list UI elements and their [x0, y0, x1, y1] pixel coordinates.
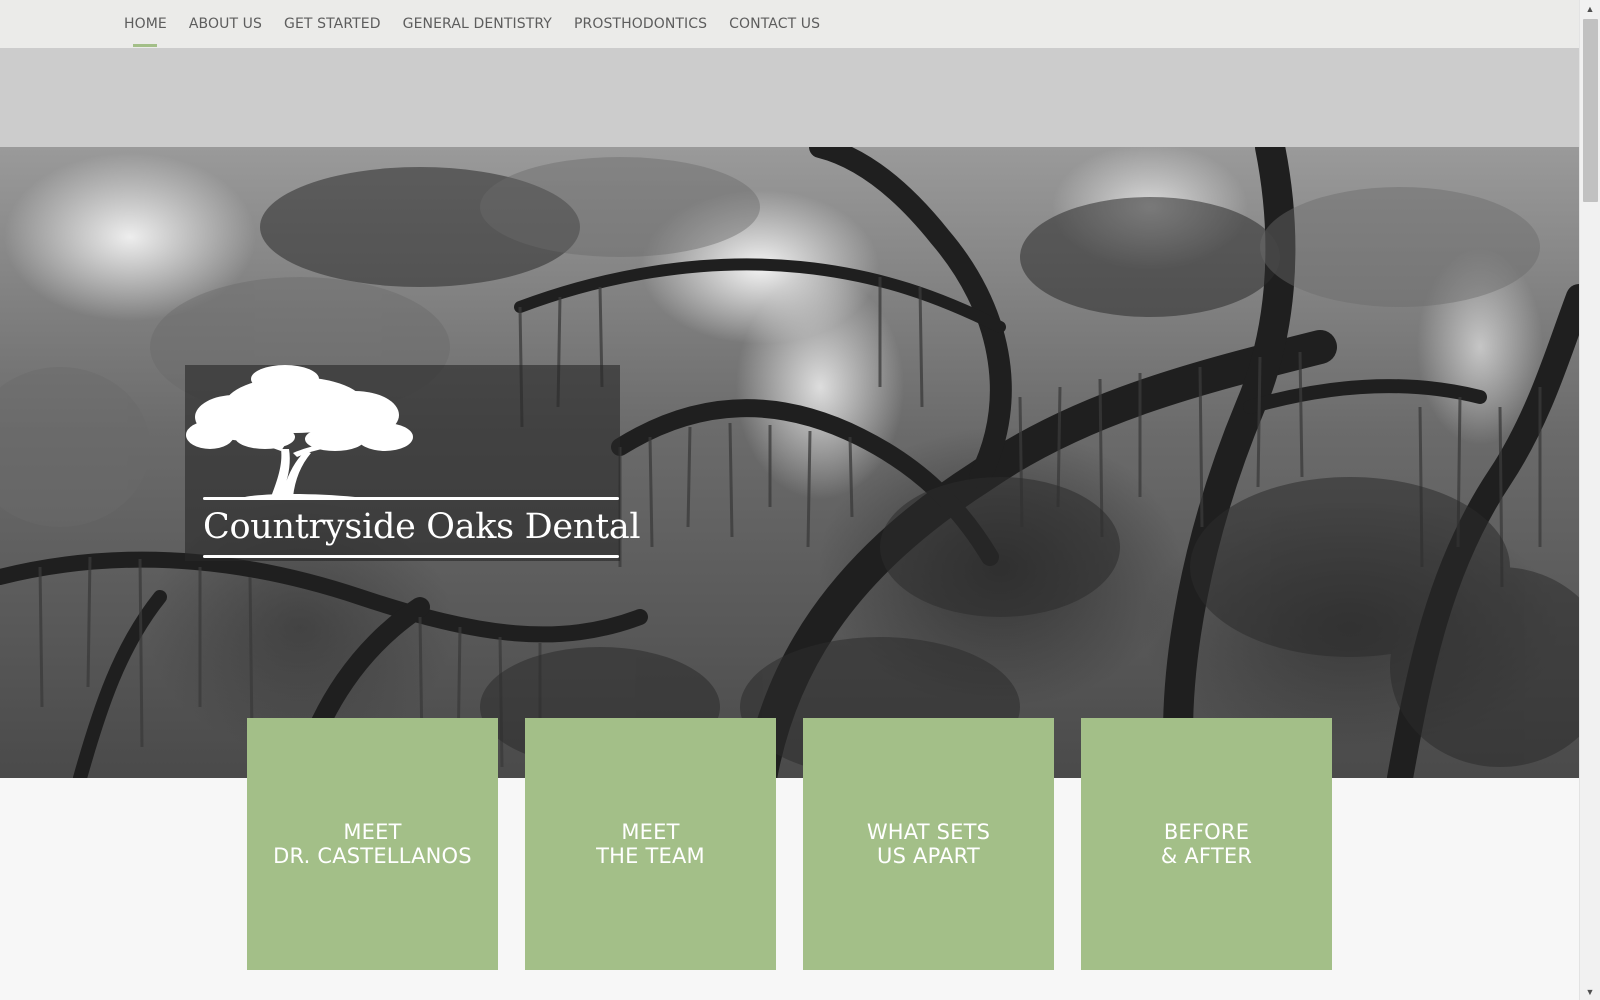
vertical-scrollbar[interactable]: ▲ ▼: [1579, 0, 1600, 1000]
header-band: [0, 48, 1579, 147]
tile-what-sets-us-apart[interactable]: WHAT SETS US APART: [803, 718, 1054, 970]
nav-item-general-dentistry[interactable]: GENERAL DENTISTRY: [403, 16, 552, 32]
oak-tree-icon: [186, 365, 413, 497]
scrollbar-thumb[interactable]: [1583, 19, 1598, 202]
logo-rule-top: [203, 497, 619, 500]
practice-name: Countryside Oaks Dental: [203, 507, 641, 547]
tile-label-line1: MEET: [343, 820, 402, 844]
nav-item-home[interactable]: HOME: [124, 16, 167, 32]
tile-label-line2: DR. CASTELLANOS: [273, 844, 472, 868]
tile-label-line2: & AFTER: [1160, 844, 1253, 868]
tile-label: MEET THE TEAM: [596, 820, 705, 868]
tile-label-line2: THE TEAM: [596, 844, 705, 868]
tile-label-line1: BEFORE: [1163, 820, 1250, 844]
tile-label-line1: MEET: [621, 820, 680, 844]
nav-item-contact-us[interactable]: CONTACT US: [729, 16, 820, 32]
tile-label-line1: WHAT SETS: [866, 820, 991, 844]
nav-item-prosthodontics[interactable]: PROSTHODONTICS: [574, 16, 707, 32]
tile-label: BEFORE & AFTER: [1161, 820, 1252, 868]
tile-meet-team[interactable]: MEET THE TEAM: [525, 718, 776, 970]
scroll-down-arrow-icon[interactable]: ▼: [1580, 983, 1600, 1000]
tile-label: WHAT SETS US APART: [867, 820, 990, 868]
nav-menu: HOME ABOUT US GET STARTED GENERAL DENTIS…: [124, 0, 820, 48]
scroll-up-arrow-icon[interactable]: ▲: [1580, 0, 1600, 17]
nav-item-get-started[interactable]: GET STARTED: [284, 16, 381, 32]
tile-label: MEET DR. CASTELLANOS: [273, 820, 472, 868]
feature-tiles: MEET DR. CASTELLANOS MEET THE TEAM WHAT …: [247, 718, 1332, 970]
logo-rule-bottom: [203, 555, 619, 558]
tile-before-after[interactable]: BEFORE & AFTER: [1081, 718, 1332, 970]
tile-meet-doctor[interactable]: MEET DR. CASTELLANOS: [247, 718, 498, 970]
tile-label-line2: US APART: [877, 844, 980, 868]
practice-logo[interactable]: Countryside Oaks Dental: [185, 365, 641, 561]
hero-banner: Countryside Oaks Dental: [0, 147, 1579, 778]
top-navigation: HOME ABOUT US GET STARTED GENERAL DENTIS…: [0, 0, 1579, 48]
nav-item-about-us[interactable]: ABOUT US: [189, 16, 262, 32]
page: HOME ABOUT US GET STARTED GENERAL DENTIS…: [0, 0, 1579, 1000]
